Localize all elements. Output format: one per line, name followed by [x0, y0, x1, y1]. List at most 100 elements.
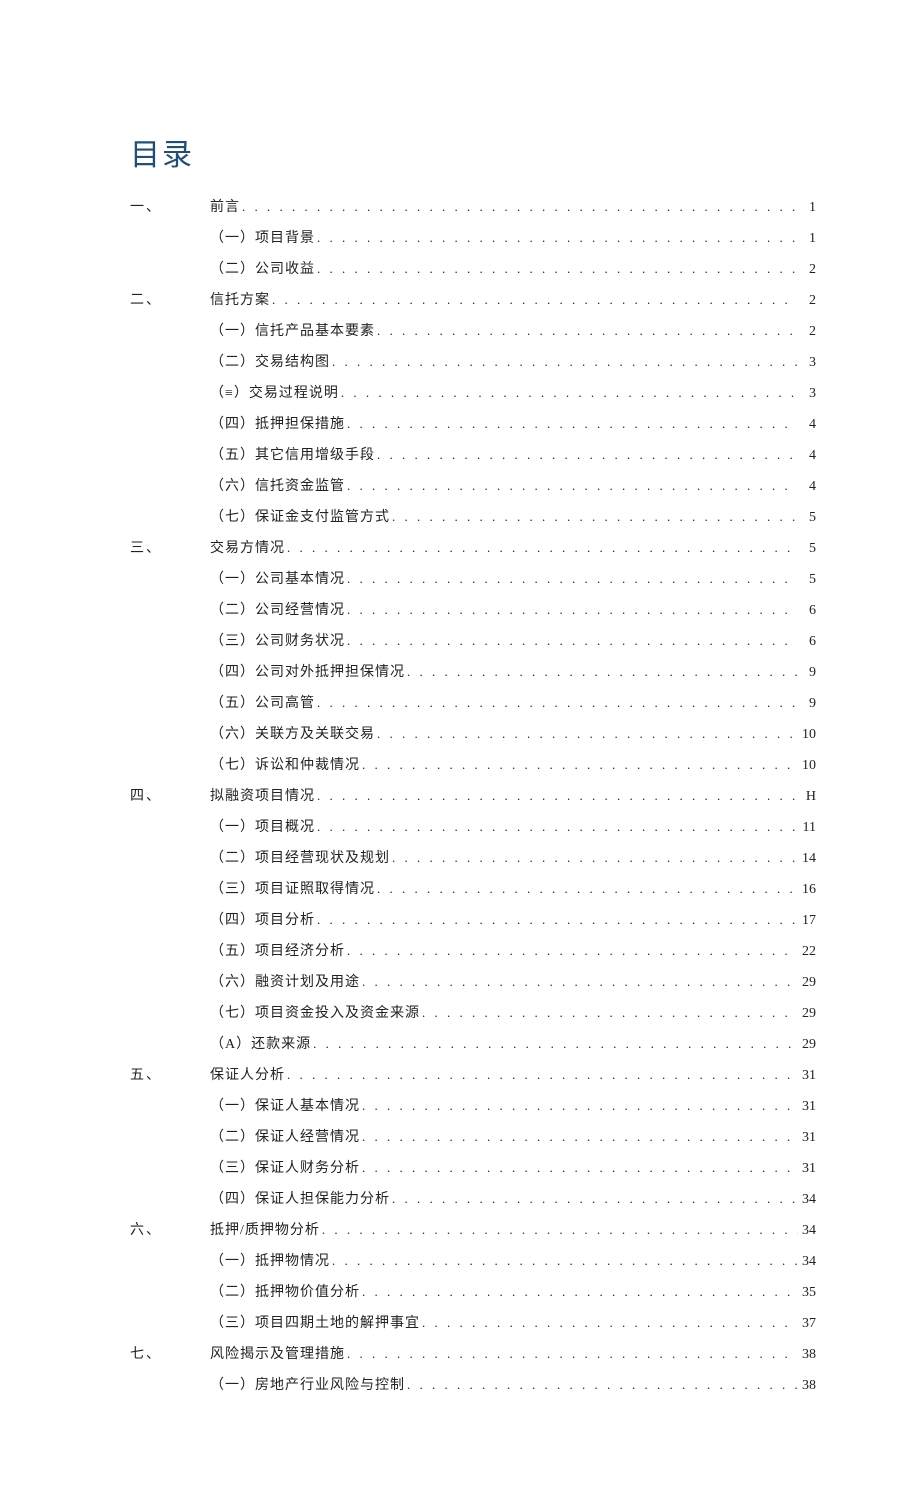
toc-subsection: （四）保证人担保能力分析34 [130, 1188, 816, 1208]
toc-entry-label: （七）诉讼和仲裁情况 [210, 754, 360, 774]
toc-entry-label: （六）融资计划及用途 [210, 971, 360, 991]
toc-entry-label: 信托方案 [210, 289, 270, 309]
toc-leader-dots [422, 1005, 798, 1021]
toc-subsection: （四）公司对外抵押担保情况9 [130, 661, 816, 681]
toc-leader-dots [377, 881, 798, 897]
toc-subsection: （五）公司高管9 [130, 692, 816, 712]
toc-section-number: 四、 [130, 785, 210, 805]
toc-subsection: （二）公司经营情况6 [130, 599, 816, 619]
toc-page-number: 29 [800, 1037, 816, 1053]
toc-subsection: （≡）交易过程说明 3 [130, 382, 816, 402]
toc-entry-label: （七）保证金支付监管方式 [210, 506, 390, 526]
toc-leader-dots [362, 1098, 798, 1114]
toc-entry-label: （七）项目资金投入及资金来源 [210, 1002, 420, 1022]
toc-leader-dots [347, 571, 798, 587]
toc-leader-dots [317, 819, 798, 835]
toc-page-number: 31 [800, 1068, 816, 1084]
toc-leader-dots [332, 354, 798, 370]
toc-entry-label: （二）公司收益 [210, 258, 315, 278]
toc-page-number: 17 [800, 913, 816, 929]
toc-section: 六、抵押/质押物分析34 [130, 1219, 816, 1239]
toc-leader-dots [347, 416, 798, 432]
toc-entry-label: （二）保证人经营情况 [210, 1126, 360, 1146]
toc-leader-dots [362, 757, 798, 773]
toc-subsection: （A）还款来源 29 [130, 1033, 816, 1053]
toc-section-number: 六、 [130, 1219, 210, 1239]
toc-section: 四、拟融资项目情况H [130, 785, 816, 805]
toc-subsection: （五）项目经济分析22 [130, 940, 816, 960]
toc-section-number: 五、 [130, 1064, 210, 1084]
toc-page-number: 38 [800, 1347, 816, 1363]
toc-page-number: 31 [800, 1130, 816, 1146]
toc-leader-dots [317, 912, 798, 928]
toc-entry-label: （二）抵押物价值分析 [210, 1281, 360, 1301]
toc-entry-label: 前言 [210, 196, 240, 216]
toc-entry-label: （一）信托产品基本要素 [210, 320, 375, 340]
toc-leader-dots [407, 1377, 798, 1393]
toc-subsection: （七）诉讼和仲裁情况 10 [130, 754, 816, 774]
toc-page-number: 10 [800, 758, 816, 774]
toc-subsection: （二）保证人经营情况 31 [130, 1126, 816, 1146]
toc-entry-label: （三）项目四期土地的解押事宜 [210, 1312, 420, 1332]
toc-subsection: （四）抵押担保措施4 [130, 413, 816, 433]
toc-entry-label: 保证人分析 [210, 1064, 285, 1084]
toc-section-number: 一、 [130, 196, 210, 216]
toc-leader-dots [317, 695, 798, 711]
toc-leader-dots [407, 664, 798, 680]
toc-leader-dots [287, 540, 798, 556]
toc-subsection: （三）保证人财务分析31 [130, 1157, 816, 1177]
toc-entry-label: 抵押/质押物分析 [210, 1219, 320, 1239]
toc-subsection: （一）保证人基本情况31 [130, 1095, 816, 1115]
toc-entry-label: （一）公司基本情况 [210, 568, 345, 588]
toc-leader-dots [317, 788, 798, 804]
toc-subsection: （六）信托资金监管4 [130, 475, 816, 495]
toc-section: 三、交易方情况5 [130, 537, 816, 557]
toc-entry-label: （≡）交易过程说明 [210, 382, 339, 402]
toc-leader-dots [362, 1129, 798, 1145]
toc-page-number: 2 [800, 262, 816, 278]
toc-page-number: 3 [800, 355, 816, 371]
toc-entry-label: （一）保证人基本情况 [210, 1095, 360, 1115]
toc-entry-label: （三）项目证照取得情况 [210, 878, 375, 898]
toc-section: 五、保证人分析 31 [130, 1064, 816, 1084]
toc-leader-dots [347, 1346, 798, 1362]
toc-leader-dots [362, 1160, 798, 1176]
toc-leader-dots [392, 1191, 798, 1207]
toc-subsection: （二）公司收益 2 [130, 258, 816, 278]
toc-section-number: 二、 [130, 289, 210, 309]
toc-subsection: （七）保证金支付监管方式5 [130, 506, 816, 526]
toc-subsection: （三）项目证照取得情况 16 [130, 878, 816, 898]
toc-subsection: （一）抵押物情况34 [130, 1250, 816, 1270]
toc-page-number: 4 [800, 448, 816, 464]
toc-entry-label: （二）公司经营情况 [210, 599, 345, 619]
toc-leader-dots [422, 1315, 798, 1331]
toc-entry-label: （三）公司财务状况 [210, 630, 345, 650]
toc-entry-label: 拟融资项目情况 [210, 785, 315, 805]
toc-section-number: 七、 [130, 1343, 210, 1363]
toc-entry-label: （一）项目背景 [210, 227, 315, 247]
toc-page-number: 10 [800, 727, 816, 743]
toc-leader-dots [313, 1036, 798, 1052]
toc-page-number: 4 [800, 479, 816, 495]
toc-section-number: 三、 [130, 537, 210, 557]
toc-leader-dots [287, 1067, 798, 1083]
toc-entry-label: （四）保证人担保能力分析 [210, 1188, 390, 1208]
toc-page-number: 5 [800, 572, 816, 588]
toc-leader-dots [377, 726, 798, 742]
toc-leader-dots [392, 850, 798, 866]
toc-entry-label: （二）项目经营现状及规划 [210, 847, 390, 867]
toc-page-number: 9 [800, 665, 816, 681]
toc-entry-label: 交易方情况 [210, 537, 285, 557]
toc-page-number: 4 [800, 417, 816, 433]
toc-page-number: 31 [800, 1161, 816, 1177]
toc-subsection: （二）抵押物价值分析35 [130, 1281, 816, 1301]
toc-page-number: 3 [800, 386, 816, 402]
toc-subsection: （六）融资计划及用途29 [130, 971, 816, 991]
toc-subsection: （六）关联方及关联交易10 [130, 723, 816, 743]
toc-subsection: （五）其它信用增级手段4 [130, 444, 816, 464]
toc-entry-label: （A）还款来源 [210, 1033, 311, 1053]
toc-leader-dots [377, 323, 798, 339]
toc-subsection: （三）公司财务状况6 [130, 630, 816, 650]
toc-subsection: （七）项目资金投入及资金来源29 [130, 1002, 816, 1022]
toc-page-number: 16 [800, 882, 816, 898]
